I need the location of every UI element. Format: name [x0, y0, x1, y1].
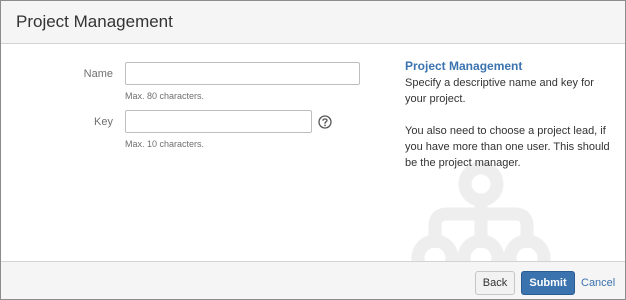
cancel-link[interactable]: Cancel: [581, 277, 615, 290]
help-circle-icon[interactable]: [318, 115, 332, 129]
name-hint: Max. 80 characters.: [125, 91, 205, 101]
key-input[interactable]: [125, 110, 312, 133]
key-hint: Max. 10 characters.: [125, 139, 205, 149]
help-panel-title: Project Management: [405, 59, 523, 73]
back-button[interactable]: Back: [475, 271, 515, 295]
submit-button[interactable]: Submit: [521, 271, 575, 295]
dialog-title: Project Management: [16, 12, 173, 31]
key-label: Key: [94, 116, 113, 128]
dialog-footer: Back Submit Cancel: [1, 261, 625, 299]
create-project-dialog: Project Management Name Max. 80 characte…: [0, 0, 626, 300]
dialog-header: Project Management: [1, 1, 625, 44]
help-panel: Project Management Specify a descriptive…: [405, 59, 615, 171]
project-hierarchy-watermark-icon: [411, 161, 551, 266]
name-input[interactable]: [125, 62, 360, 85]
help-panel-paragraph: You also need to choose a project lead, …: [405, 125, 610, 169]
help-panel-paragraph: Specify a descriptive name and key for y…: [405, 77, 594, 105]
name-label: Name: [83, 68, 113, 80]
